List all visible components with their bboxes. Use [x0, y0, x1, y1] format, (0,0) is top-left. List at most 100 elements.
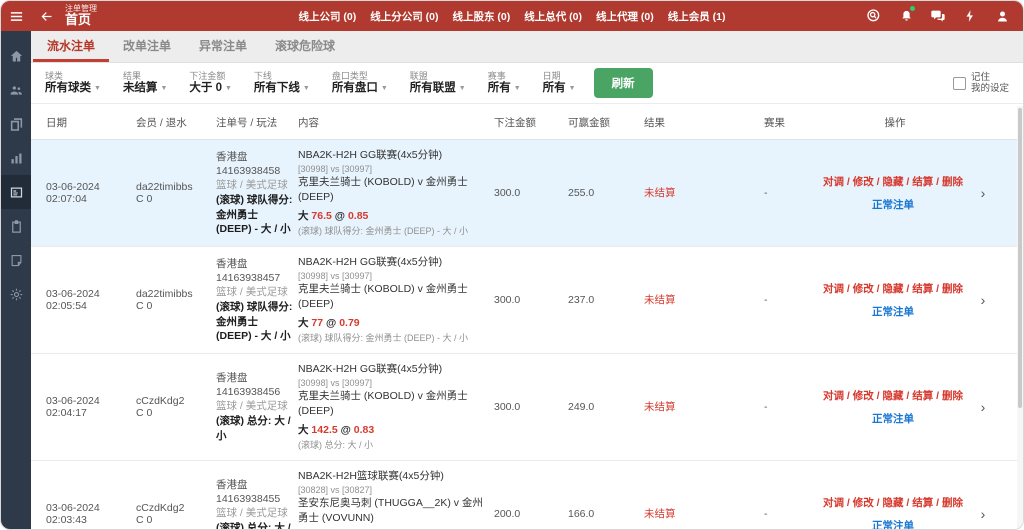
refresh-button[interactable]: 刷新	[594, 68, 653, 98]
normal-bet-link[interactable]: 正常注单	[816, 197, 970, 212]
cell-betno-play: 香港盘 14163938456 篮球 / 美式足球 (滚球) 总分: 大 / 小	[216, 363, 298, 451]
cell-result: 未结算	[644, 284, 764, 315]
action-link[interactable]: 隐藏	[883, 390, 904, 402]
action-link[interactable]: 对调	[823, 283, 844, 295]
action-link[interactable]: 对调	[823, 497, 844, 509]
table-row[interactable]: 03-06-202402:05:54 da22timibbsC 0 香港盘 14…	[31, 247, 1017, 354]
action-link[interactable]: 结算	[912, 283, 933, 295]
row-expand-chevron[interactable]: ›	[974, 391, 996, 423]
row-expand-chevron[interactable]: ›	[974, 284, 996, 316]
action-separator: /	[874, 176, 883, 188]
filter-label: 盘口类型	[332, 71, 388, 81]
remember-settings[interactable]: 记住我的设定	[953, 72, 1009, 95]
report-icon[interactable]	[1, 243, 31, 277]
action-link[interactable]: 对调	[823, 390, 844, 402]
menu-icon[interactable]	[1, 1, 31, 31]
filter-dropdown[interactable]: 下注金额 大于 0▼	[189, 71, 232, 95]
tab-item[interactable]: 异常注单	[185, 31, 261, 62]
column-header: 可赢金额	[568, 115, 644, 130]
action-link[interactable]: 修改	[853, 283, 874, 295]
filter-dropdown[interactable]: 赛事 所有▼	[488, 71, 521, 95]
action-link[interactable]: 修改	[853, 497, 874, 509]
action-separator: /	[933, 497, 942, 509]
cell-actions: 对调 / 修改 / 隐藏 / 结算 / 删除 正常注单	[816, 273, 974, 327]
home-icon[interactable]	[1, 39, 31, 73]
normal-bet-link[interactable]: 正常注单	[816, 304, 970, 319]
action-link[interactable]: 删除	[942, 283, 963, 295]
settings-icon[interactable]	[1, 277, 31, 311]
filter-dropdown[interactable]: 日期 所有▼	[543, 71, 576, 95]
tab-item[interactable]: 流水注单	[33, 31, 109, 62]
filter-dropdown[interactable]: 球类 所有球类▼	[45, 71, 101, 95]
column-header: 操作	[816, 115, 974, 130]
action-link[interactable]: 删除	[942, 390, 963, 402]
header-action-icons	[861, 1, 1023, 31]
clipboard-icon[interactable]	[1, 209, 31, 243]
action-link[interactable]: 修改	[853, 176, 874, 188]
users-icon[interactable]	[1, 73, 31, 107]
bets-table: 日期会员 / 退水注单号 / 玩法内容下注金额可赢金额结果赛果操作 03-06-…	[31, 105, 1017, 529]
table-body: 03-06-202402:07:04 da22timibbsC 0 香港盘 14…	[31, 140, 1017, 529]
action-link[interactable]: 隐藏	[883, 176, 904, 188]
entity-nav-link[interactable]: 线上代理 (0)	[596, 9, 654, 24]
filter-items: 球类 所有球类▼ 结果 未结算▼ 下注金额 大于 0▼ 下线 所有下线▼ 盘口类…	[45, 71, 576, 95]
remember-checkbox[interactable]	[953, 77, 966, 90]
tab-item[interactable]: 改单注单	[109, 31, 185, 62]
scrollbar-thumb[interactable]	[1018, 108, 1022, 408]
filter-dropdown[interactable]: 结果 未结算▼	[123, 71, 167, 95]
cell-member: cCzdKdg2C 0	[136, 494, 216, 529]
bet-line: 大 142.5 @ 0.83	[298, 423, 490, 438]
vertical-scrollbar[interactable]	[1017, 106, 1023, 529]
cell-result: 未结算	[644, 177, 764, 208]
stats-icon[interactable]	[1, 141, 31, 175]
back-icon[interactable]	[31, 1, 61, 31]
action-link[interactable]: 删除	[942, 497, 963, 509]
entity-nav-link[interactable]: 线上总代 (0)	[524, 9, 582, 24]
app-window: 线上公司 (0) 线上分公司 (0) 线上股东 (0) 线上总代 (0) 线上代理 (0…	[0, 0, 1024, 530]
cell-score: -	[764, 286, 816, 314]
pages-icon[interactable]	[1, 107, 31, 141]
action-separator: /	[844, 283, 853, 295]
entity-nav-link[interactable]: 线上会员 (1)	[668, 9, 726, 24]
cell-score: -	[764, 179, 816, 207]
table-row[interactable]: 03-06-202402:07:04 da22timibbsC 0 香港盘 14…	[31, 140, 1017, 247]
action-link[interactable]: 隐藏	[883, 497, 904, 509]
normal-bet-link[interactable]: 正常注单	[816, 411, 970, 426]
chat-icon[interactable]	[925, 1, 951, 31]
tab-item[interactable]: 滚球危险球	[261, 31, 349, 62]
cell-betno-play: 香港盘 14163938457 篮球 / 美式足球 (滚球) 球队得分: 金州勇…	[216, 249, 298, 351]
cell-actions: 对调 / 修改 / 隐藏 / 结算 / 删除 正常注单	[816, 380, 974, 434]
table-row[interactable]: 03-06-202402:04:17 cCzdKdg2C 0 香港盘 14163…	[31, 354, 1017, 461]
action-link[interactable]: 结算	[912, 390, 933, 402]
entity-nav-link[interactable]: 线上公司 (0)	[299, 9, 357, 24]
table-row[interactable]: 03-06-202402:03:43 cCzdKdg2C 0 香港盘 14163…	[31, 461, 1017, 529]
orders-icon[interactable]	[1, 175, 31, 209]
row-expand-chevron[interactable]: ›	[974, 498, 996, 529]
filter-dropdown[interactable]: 联盟 所有联盟▼	[410, 71, 466, 95]
action-link[interactable]: 结算	[912, 176, 933, 188]
entity-nav-link[interactable]: 线上分公司 (0)	[370, 9, 438, 24]
action-link[interactable]: 修改	[853, 390, 874, 402]
filter-value: 所有球类	[45, 82, 91, 94]
action-link[interactable]: 隐藏	[883, 283, 904, 295]
filter-dropdown[interactable]: 盘口类型 所有盘口▼	[332, 71, 388, 95]
flash-icon[interactable]	[957, 1, 983, 31]
notifications-icon[interactable]	[893, 1, 919, 31]
table-header-row: 日期会员 / 退水注单号 / 玩法内容下注金额可赢金额结果赛果操作	[31, 105, 1017, 140]
filter-label: 下注金额	[189, 71, 232, 81]
normal-bet-link[interactable]: 正常注单	[816, 518, 970, 529]
search-icon[interactable]	[861, 1, 887, 31]
filter-value: 所有盘口	[332, 82, 378, 94]
cell-member: da22timibbsC 0	[136, 173, 216, 213]
filter-dropdown[interactable]: 下线 所有下线▼	[254, 71, 310, 95]
action-link[interactable]: 对调	[823, 176, 844, 188]
action-separator: /	[904, 283, 913, 295]
action-link[interactable]: 结算	[912, 497, 933, 509]
cell-actions: 对调 / 修改 / 隐藏 / 结算 / 删除 正常注单	[816, 487, 974, 529]
entity-nav-link[interactable]: 线上股东 (0)	[453, 9, 511, 24]
account-icon[interactable]	[989, 1, 1015, 31]
row-expand-chevron[interactable]: ›	[974, 177, 996, 209]
cell-result: 未结算	[644, 498, 764, 529]
filter-label: 联盟	[410, 71, 466, 81]
action-link[interactable]: 删除	[942, 176, 963, 188]
